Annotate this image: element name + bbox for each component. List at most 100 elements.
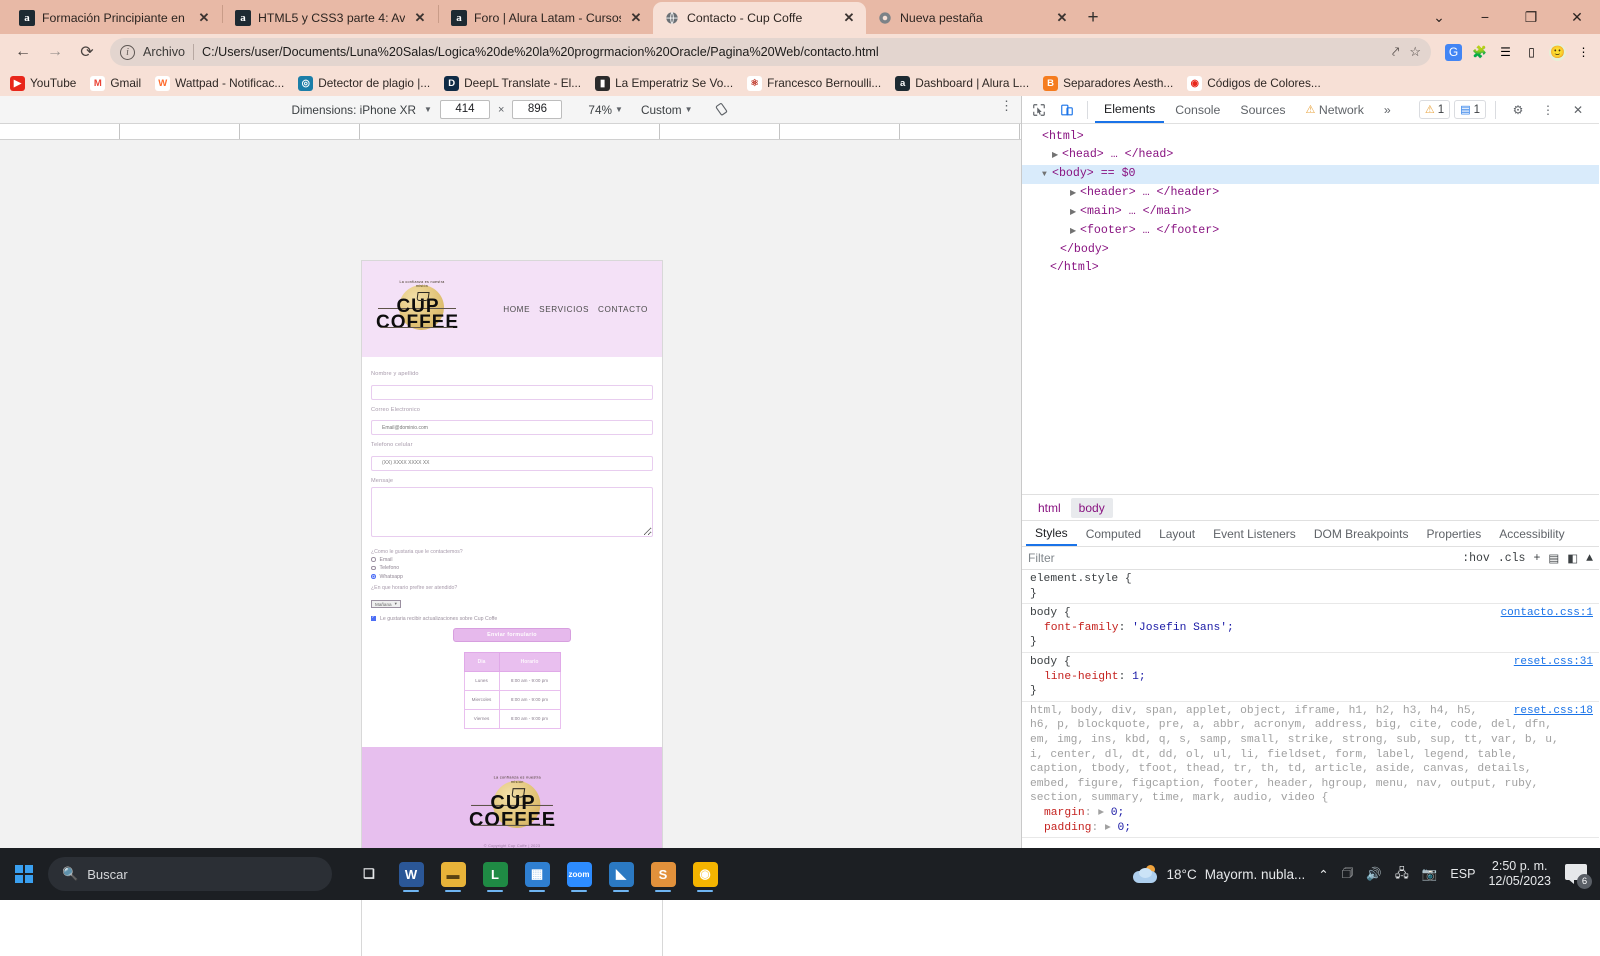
nav-link-servicios[interactable]: SERVICIOS: [539, 305, 589, 314]
dom-node-body-close[interactable]: </body>: [1032, 241, 1599, 259]
css-value[interactable]: 0;: [1117, 822, 1131, 834]
microsoft-store-icon[interactable]: ▦: [518, 854, 556, 894]
device-width-input[interactable]: 414: [439, 100, 490, 119]
new-tab-button[interactable]: +: [1079, 4, 1107, 32]
dom-node-footer[interactable]: ▶ <footer> … </footer>: [1032, 222, 1599, 241]
nombre-input[interactable]: [371, 384, 653, 400]
css-rule-element-style[interactable]: element.style { }: [1022, 570, 1599, 605]
tab-computed[interactable]: Computed: [1077, 521, 1150, 546]
onedrive-icon[interactable]: 🗇: [1342, 864, 1354, 885]
browser-tab[interactable]: Nueva pestaña ✕: [866, 2, 1079, 34]
task-view-icon[interactable]: ❏: [350, 854, 388, 894]
class-button[interactable]: .cls: [1498, 552, 1526, 565]
notification-center-icon[interactable]: 6: [1564, 861, 1592, 889]
star-icon[interactable]: ☆: [1409, 44, 1421, 60]
bookmark-item[interactable]: ▶ YouTube: [10, 75, 76, 91]
telefono-input[interactable]: [371, 455, 653, 471]
bookmark-item[interactable]: B Separadores Aesth...: [1043, 75, 1173, 91]
horario-select[interactable]: Mañana ▾: [371, 600, 401, 608]
css-value[interactable]: 'Josefin Sans';: [1132, 622, 1234, 634]
devtools-more-options-icon[interactable]: ⋮: [1535, 98, 1561, 122]
toggle-sidebar-icon[interactable]: ◧: [1567, 551, 1578, 566]
bookmark-item[interactable]: M Gmail: [90, 75, 141, 91]
camera-icon[interactable]: 📷: [1422, 867, 1438, 882]
dom-node-html[interactable]: <html>: [1032, 128, 1599, 146]
styles-filter-input[interactable]: Filter: [1028, 551, 1454, 565]
expand-triangle-icon[interactable]: ▶: [1070, 204, 1080, 222]
message-count-badge[interactable]: ▤ 1: [1454, 100, 1486, 119]
close-icon[interactable]: ✕: [628, 10, 644, 26]
bookmark-item[interactable]: a Dashboard | Alura L...: [895, 75, 1029, 91]
forward-icon[interactable]: →: [40, 37, 70, 67]
warning-count-badge[interactable]: ⚠ 1: [1418, 100, 1451, 119]
chrome-icon[interactable]: ◉: [686, 854, 724, 894]
radio-option-whatsapp[interactable]: Whatsapp: [371, 574, 653, 580]
volume-icon[interactable]: 🔊: [1366, 867, 1382, 882]
bookmark-item[interactable]: ▮ La Emperatriz Se Vo...: [595, 75, 733, 91]
inspect-icon[interactable]: [1026, 98, 1052, 122]
correo-input[interactable]: [371, 420, 653, 435]
css-rule-body-reset[interactable]: body {reset.css:31 line-height: 1; }: [1022, 653, 1599, 702]
tab-event-listeners[interactable]: Event Listeners: [1204, 521, 1305, 546]
radio-icon[interactable]: [371, 565, 376, 571]
puzzle-icon[interactable]: 🧩: [1471, 44, 1488, 61]
dom-node-head[interactable]: ▶ <head> … </head>: [1032, 146, 1599, 165]
throttling-label[interactable]: Custom: [641, 103, 682, 117]
css-rule-reset-universal[interactable]: html, body, div, span, applet, object, i…: [1022, 702, 1599, 839]
submit-button[interactable]: Enviar formulario: [453, 627, 571, 642]
header-logo[interactable]: La confianza es nuestra misión CUP COFFE…: [374, 280, 460, 338]
browser-tab-active[interactable]: Contacto - Cup Coffe ✕: [653, 2, 866, 34]
radio-icon[interactable]: [371, 557, 376, 562]
reload-icon[interactable]: ⟳: [72, 37, 102, 67]
tray-chevron-up-icon[interactable]: ⌃: [1318, 867, 1328, 882]
checkbox-icon-checked[interactable]: [371, 614, 376, 621]
tab-dom-breakpoints[interactable]: DOM Breakpoints: [1305, 521, 1418, 546]
taskbar-search-box[interactable]: 🔍 Buscar: [48, 857, 332, 891]
tab-accessibility[interactable]: Accessibility: [1490, 521, 1573, 546]
expand-triangle-icon[interactable]: ▶: [1070, 185, 1080, 203]
browser-tab[interactable]: a Foro | Alura Latam - Cursos onlin ✕: [440, 2, 653, 34]
sublime-icon[interactable]: S: [644, 854, 682, 894]
gear-icon[interactable]: ⚙: [1505, 98, 1531, 122]
file-explorer-icon[interactable]: ▬: [434, 854, 472, 894]
css-property[interactable]: margin: [1030, 807, 1085, 819]
breadcrumb-body[interactable]: body: [1070, 497, 1113, 518]
dom-node-html-close[interactable]: </html>: [1032, 259, 1599, 277]
back-icon[interactable]: ←: [8, 37, 38, 67]
share-icon[interactable]: ⤤: [1392, 44, 1399, 60]
css-property[interactable]: padding: [1030, 822, 1091, 834]
tab-properties[interactable]: Properties: [1418, 521, 1491, 546]
device-toolbar-icon[interactable]: [1054, 98, 1080, 122]
tab-network[interactable]: ⚠ Network: [1297, 96, 1373, 123]
collapse-triangle-icon[interactable]: ▼: [1042, 166, 1052, 184]
language-indicator[interactable]: ESP: [1450, 867, 1475, 881]
close-icon[interactable]: ✕: [841, 10, 857, 26]
close-icon[interactable]: ✕: [196, 10, 212, 26]
radio-option-telefono[interactable]: Telefono: [371, 565, 653, 571]
expand-triangle-icon[interactable]: ▶: [1052, 147, 1062, 165]
network-icon[interactable]: 🖧: [1395, 864, 1409, 885]
taskbar-clock[interactable]: 2:50 p. m. 12/05/2023: [1488, 859, 1551, 889]
close-window-button[interactable]: ✕: [1554, 0, 1600, 34]
reading-list-icon[interactable]: ☰: [1497, 44, 1514, 61]
new-style-rule-icon[interactable]: +: [1533, 552, 1540, 565]
radio-icon-selected[interactable]: [371, 574, 376, 579]
css-source-link[interactable]: reset.css:31: [1514, 655, 1593, 670]
newsletter-checkbox-row[interactable]: Le gustaria recibir actualizaciones sobr…: [371, 614, 653, 622]
css-rule-body-contacto[interactable]: body {contacto.css:1 font-family: 'Josef…: [1022, 604, 1599, 653]
zoom-level-label[interactable]: 74%: [588, 103, 612, 117]
rotate-icon[interactable]: [715, 102, 730, 117]
dom-node-header[interactable]: ▶ <header> … </header>: [1032, 184, 1599, 203]
mensaje-textarea[interactable]: [371, 486, 653, 537]
expand-triangle-icon[interactable]: ▶: [1070, 223, 1080, 241]
bookmark-item[interactable]: ◎ Detector de plagio |...: [298, 75, 430, 91]
minimize-button[interactable]: −: [1462, 0, 1508, 34]
address-bar[interactable]: i Archivo C:/Users/user/Documents/Luna%2…: [110, 38, 1431, 66]
nav-link-contacto[interactable]: CONTACTO: [598, 305, 648, 314]
css-source-link[interactable]: reset.css:18: [1514, 704, 1593, 719]
device-height-input[interactable]: 896: [512, 100, 563, 119]
radio-option-email[interactable]: Email: [371, 557, 653, 563]
vscode-icon[interactable]: ◣: [602, 854, 640, 894]
side-panel-icon[interactable]: ▯: [1523, 44, 1540, 61]
tab-console[interactable]: Console: [1166, 96, 1229, 123]
